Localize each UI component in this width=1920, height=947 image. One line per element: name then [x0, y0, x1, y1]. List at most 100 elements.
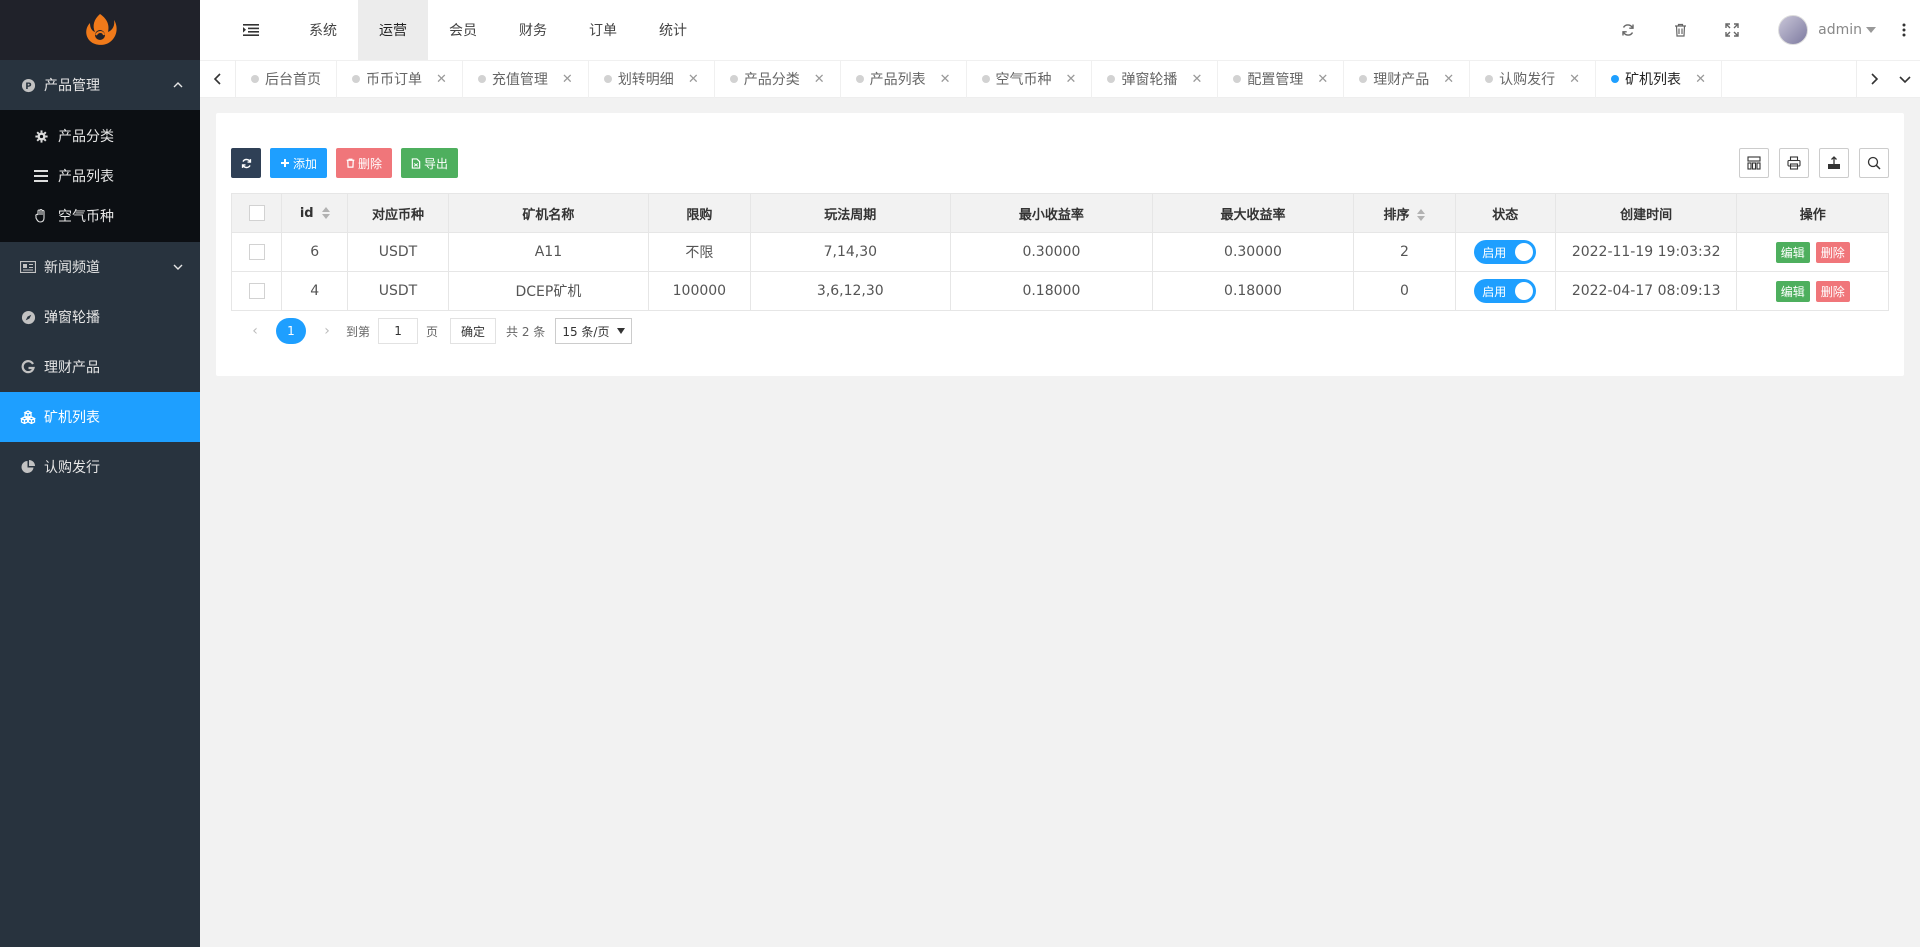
- close-icon[interactable]: ✕: [688, 72, 699, 87]
- nav-statistics[interactable]: 统计: [638, 0, 708, 60]
- export-icon: [1828, 156, 1840, 169]
- nav-orders[interactable]: 订单: [568, 0, 638, 60]
- clear-cache-button[interactable]: [1654, 0, 1706, 60]
- edit-button[interactable]: 编辑: [1775, 280, 1810, 302]
- close-icon[interactable]: ✕: [814, 72, 825, 87]
- status-toggle[interactable]: 启用: [1474, 240, 1537, 264]
- close-icon[interactable]: ✕: [1443, 72, 1454, 87]
- col-coin: 对应币种: [347, 193, 449, 233]
- tab-config[interactable]: 配置管理 ✕: [1218, 60, 1345, 98]
- sidebar-item-subscription-issue[interactable]: 认购发行: [0, 442, 200, 492]
- add-button[interactable]: 添加: [270, 148, 328, 178]
- page-number-current[interactable]: 1: [276, 318, 306, 344]
- tabs-bar: 后台首页 币币订单 ✕ 充值管理 ✕ 划转明细 ✕ 产品分类 ✕ 产品列表 ✕ 空气币种 ✕…: [200, 60, 1920, 98]
- col-label: id: [299, 205, 314, 221]
- sort-icon[interactable]: [321, 207, 330, 219]
- close-icon[interactable]: ✕: [436, 72, 447, 87]
- sort-icon[interactable]: [1417, 209, 1426, 221]
- status-toggle[interactable]: 启用: [1474, 279, 1537, 303]
- file-export-icon: [411, 157, 421, 169]
- cell-sort: 0: [1353, 271, 1456, 311]
- nav-operations[interactable]: 运营: [358, 0, 428, 60]
- tab-transfer-details[interactable]: 划转明细 ✕: [589, 60, 715, 98]
- tabs-scroll-left-button[interactable]: [200, 60, 236, 98]
- column-filter-button[interactable]: [1739, 148, 1769, 178]
- username[interactable]: admin: [1818, 22, 1862, 38]
- tab-wealth-products[interactable]: 理财产品 ✕: [1344, 60, 1471, 98]
- pagination: ‹ 1 › 到第 1 页 确定 共 2 条 15 条/页: [246, 318, 633, 344]
- menu-toggle-button[interactable]: [226, 0, 276, 60]
- toggle-knob: [1515, 243, 1534, 261]
- nav-members[interactable]: 会员: [428, 0, 498, 60]
- col-created: 创建时间: [1554, 193, 1738, 233]
- tab-air-coin[interactable]: 空气币种 ✕: [967, 60, 1093, 98]
- sidebar-item-product-management[interactable]: P 产品管理: [0, 60, 200, 110]
- cell-min-rate: 0.30000: [950, 232, 1153, 272]
- close-icon[interactable]: ✕: [562, 72, 573, 87]
- table-row: 4 USDT DCEP矿机 100000 3,6,12,30 0.18000 0…: [230, 271, 1889, 311]
- export-table-button[interactable]: [1819, 148, 1849, 178]
- prev-page-icon[interactable]: ‹: [246, 323, 264, 339]
- close-icon[interactable]: ✕: [940, 72, 951, 87]
- sidebar-item-product-list[interactable]: 产品列表: [0, 156, 200, 196]
- checkbox[interactable]: [248, 205, 265, 221]
- sidebar-item-miner-list[interactable]: 矿机列表: [0, 392, 200, 442]
- nav-system[interactable]: 系统: [288, 0, 358, 60]
- caret-down-icon[interactable]: [1866, 27, 1876, 33]
- p-circle-icon: P: [20, 77, 36, 93]
- tab-subscription-issue[interactable]: 认购发行 ✕: [1470, 60, 1597, 98]
- nav-finance[interactable]: 财务: [498, 0, 568, 60]
- tab-dot-icon: [1107, 75, 1116, 83]
- cell-created: 2022-04-17 08:09:13: [1554, 271, 1738, 311]
- tab-coin-orders[interactable]: 币币订单 ✕: [337, 60, 463, 98]
- next-page-icon[interactable]: ›: [318, 323, 336, 339]
- reload-button[interactable]: [231, 148, 261, 178]
- close-icon[interactable]: ✕: [1695, 72, 1706, 87]
- tab-recharge[interactable]: 充值管理 ✕: [463, 60, 589, 98]
- close-icon[interactable]: ✕: [1066, 72, 1077, 87]
- checkbox[interactable]: [248, 244, 265, 260]
- tabs-scroll-right-button[interactable]: [1856, 60, 1890, 98]
- tab-miner-list[interactable]: 矿机列表 ✕: [1596, 60, 1722, 98]
- tabs-options-button[interactable]: [1890, 60, 1920, 98]
- goto-confirm-button[interactable]: 确定: [450, 318, 497, 344]
- tab-label: 币币订单: [366, 72, 422, 88]
- export-button[interactable]: 导出: [401, 148, 459, 178]
- sidebar-item-product-category[interactable]: 产品分类: [0, 116, 200, 156]
- print-button[interactable]: [1779, 148, 1809, 178]
- tab-dot-icon: [352, 75, 360, 83]
- more-menu-button[interactable]: [1894, 0, 1914, 60]
- delete-button[interactable]: 删除: [336, 148, 393, 178]
- tab-popup-carousel[interactable]: 弹窗轮播 ✕: [1092, 60, 1219, 98]
- header-select-all[interactable]: [230, 193, 283, 233]
- avatar[interactable]: [1778, 15, 1809, 45]
- sidebar-item-popup-carousel[interactable]: 弹窗轮播: [0, 292, 200, 342]
- tabs-list: 后台首页 币币订单 ✕ 充值管理 ✕ 划转明细 ✕ 产品分类 ✕ 产品列表 ✕ 空气币种 ✕…: [236, 60, 1856, 98]
- refresh-button[interactable]: [1602, 0, 1654, 60]
- row-select[interactable]: [230, 271, 283, 311]
- tab-dashboard[interactable]: 后台首页: [236, 60, 337, 98]
- pie-chart-icon: [20, 459, 36, 475]
- fullscreen-button[interactable]: [1706, 0, 1758, 60]
- row-select[interactable]: [230, 232, 283, 272]
- table-header-row: id 对应币种 矿机名称 限购 玩法周期 最小收益率 最大收益率 排序 状态 创…: [230, 193, 1889, 233]
- tab-product-list[interactable]: 产品列表 ✕: [841, 60, 967, 98]
- search-toggle-button[interactable]: [1859, 148, 1889, 178]
- delete-row-button[interactable]: 删除: [1815, 241, 1850, 263]
- sidebar-item-news-channel[interactable]: 新闻频道: [0, 242, 200, 292]
- close-icon[interactable]: ✕: [1191, 72, 1202, 87]
- delete-row-button[interactable]: 删除: [1815, 280, 1850, 302]
- sidebar-item-air-coin[interactable]: 空气币种: [0, 196, 200, 236]
- sidebar-item-wealth-products[interactable]: 理财产品: [0, 342, 200, 392]
- page-size-select[interactable]: 15 条/页: [555, 318, 633, 344]
- total-count: 共 2 条: [506, 324, 546, 339]
- col-sort[interactable]: 排序: [1353, 193, 1456, 233]
- tab-product-category[interactable]: 产品分类 ✕: [715, 60, 841, 98]
- close-icon[interactable]: ✕: [1317, 72, 1328, 87]
- goto-page-input[interactable]: 1: [378, 318, 419, 344]
- close-icon[interactable]: ✕: [1569, 72, 1580, 87]
- col-id[interactable]: id: [281, 193, 349, 233]
- indent-icon: [243, 24, 259, 36]
- edit-button[interactable]: 编辑: [1775, 241, 1810, 263]
- checkbox[interactable]: [248, 283, 265, 299]
